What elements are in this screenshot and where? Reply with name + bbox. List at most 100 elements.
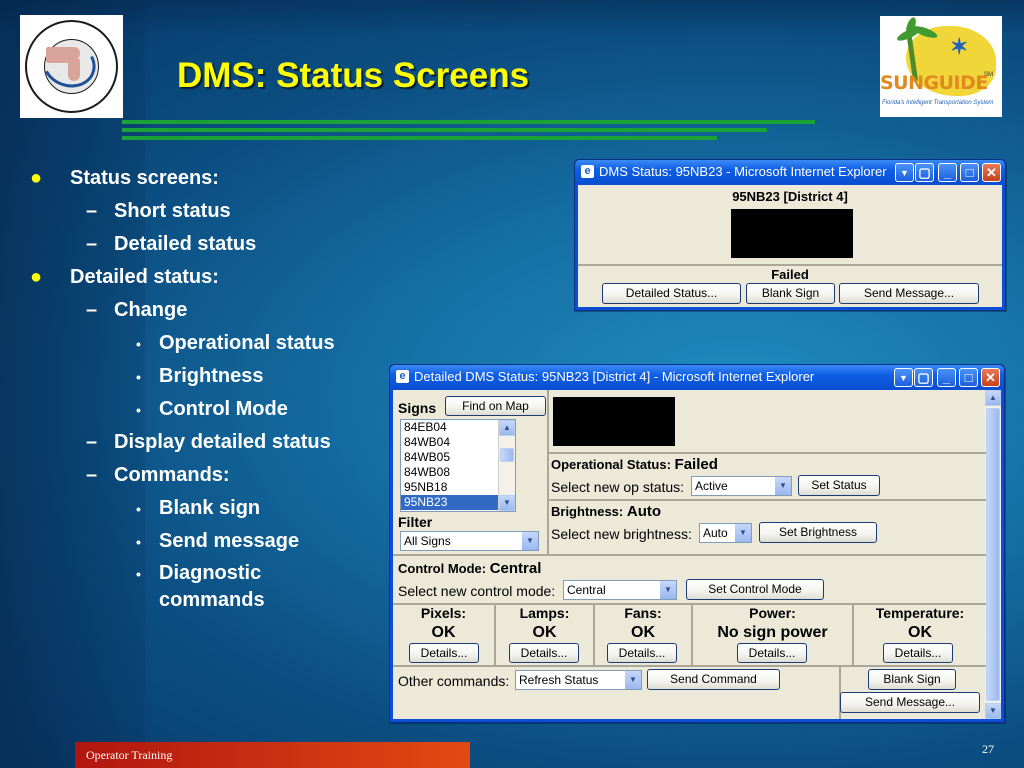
op-status-row: Operational Status: Failed	[551, 456, 718, 473]
control-mode-select[interactable]: Central ▼	[563, 580, 677, 600]
lamps-details-button[interactable]: Details...	[509, 643, 579, 663]
chevron-down-icon[interactable]: ▼	[775, 477, 791, 495]
scroll-thumb[interactable]	[986, 408, 1000, 701]
diagnostic-label: Temperature:	[875, 605, 965, 621]
diagnostic-value: OK	[532, 624, 557, 641]
filter-select[interactable]: All Signs ▼	[400, 531, 539, 551]
window-body: ▲ ▼ Signs Find on Map 84EB04 84WB04 84WB…	[393, 390, 1001, 719]
scroll-thumb[interactable]	[500, 448, 514, 462]
bullet-text: Commands:	[114, 464, 230, 486]
sunguide-tagline: Florida's Intelligent Transportation Sys…	[882, 100, 994, 106]
brightness-select[interactable]: Auto ▼	[699, 523, 752, 543]
restore-icon[interactable]: ▢	[915, 163, 934, 182]
scroll-down-icon[interactable]: ▼	[499, 495, 515, 511]
small-bullet-icon: •	[136, 534, 141, 550]
brightness-row: Brightness: Auto	[551, 503, 661, 520]
op-status-value: Failed	[674, 456, 718, 473]
fans-details-button[interactable]: Details...	[607, 643, 677, 663]
set-status-button[interactable]: Set Status	[798, 475, 880, 496]
listbox-scrollbar[interactable]: ▲ ▼	[498, 420, 515, 511]
bullet-text: Change	[114, 299, 188, 321]
window-body: 95NB23 [District 4] Failed Detailed Stat…	[578, 185, 1002, 307]
slide: ✶ SUNGUIDE SM Florida's Intelligent Tran…	[0, 0, 1024, 768]
diagnostic-value: OK	[431, 624, 456, 641]
restore-icon[interactable]: ▢	[914, 368, 933, 387]
florida-peninsula-shape	[68, 59, 80, 81]
chevron-down-icon[interactable]: ▼	[625, 671, 641, 689]
sign-status: Failed	[771, 267, 809, 282]
bullet-list: ● Status screens: – Short status – Detailed…	[30, 164, 335, 614]
blank-sign-button[interactable]: Blank Sign	[868, 669, 956, 690]
chevron-down-icon[interactable]: ▼	[660, 581, 676, 599]
bullet-item: • Brightness	[30, 362, 335, 395]
scroll-up-icon[interactable]: ▲	[985, 390, 1001, 406]
bullet-text: Operational status	[159, 332, 335, 354]
title-rule	[122, 128, 767, 132]
brightness-label: Brightness:	[551, 504, 624, 519]
window-title: DMS Status: 95NB23 - Microsoft Internet …	[599, 164, 887, 179]
op-status-select-value: Active	[695, 479, 728, 493]
bullet-dot-icon: ●	[30, 266, 43, 288]
window-title-bar[interactable]: e DMS Status: 95NB23 - Microsoft Interne…	[575, 160, 1005, 184]
send-message-button[interactable]: Send Message...	[840, 692, 980, 713]
minimize-button[interactable]: _	[937, 368, 956, 387]
small-bullet-icon: •	[136, 336, 141, 352]
diagnostic-value: OK	[908, 624, 932, 641]
bullet-text: Detailed status	[114, 233, 257, 255]
temperature-details-button[interactable]: Details...	[883, 643, 953, 663]
other-commands-select-value: Refresh Status	[519, 673, 599, 687]
blank-sign-button[interactable]: Blank Sign	[746, 283, 835, 304]
bullet-text: Control Mode	[159, 398, 288, 420]
diagnostic-label: Lamps:	[519, 605, 570, 621]
bullet-item: • Control Mode	[30, 395, 335, 428]
signs-listbox[interactable]: 84EB04 84WB04 84WB05 84WB08 95NB18 95NB2…	[400, 419, 516, 512]
brightness-select-label: Select new brightness:	[551, 526, 692, 542]
divider	[547, 499, 986, 501]
find-on-map-button[interactable]: Find on Map	[445, 396, 546, 416]
runner-icon: ✶	[950, 34, 969, 59]
dropdown-icon[interactable]: ▼	[895, 163, 914, 182]
chevron-down-icon[interactable]: ▼	[735, 524, 751, 542]
window-title-bar[interactable]: e Detailed DMS Status: 95NB23 [District …	[390, 365, 1004, 389]
close-button[interactable]: ✕	[981, 368, 1000, 387]
bullet-dot-icon: ●	[30, 167, 43, 189]
detailed-status-button[interactable]: Detailed Status...	[602, 283, 741, 304]
control-mode-label: Control Mode:	[398, 561, 487, 576]
maximize-button[interactable]: □	[959, 368, 978, 387]
power-details-button[interactable]: Details...	[737, 643, 807, 663]
footer-text: Operator Training	[86, 748, 173, 762]
maximize-button[interactable]: □	[960, 163, 979, 182]
bullet-item: – Commands:	[30, 461, 335, 494]
chevron-down-icon[interactable]: ▼	[522, 532, 538, 550]
bullet-text: Status screens:	[70, 167, 219, 189]
dash-icon: –	[86, 431, 98, 453]
send-message-button[interactable]: Send Message...	[839, 283, 979, 304]
page-scrollbar[interactable]: ▲ ▼	[985, 390, 1001, 719]
slide-title: DMS: Status Screens	[177, 56, 530, 95]
other-commands-select[interactable]: Refresh Status ▼	[515, 670, 642, 690]
other-commands-label: Other commands:	[398, 673, 510, 689]
send-command-button[interactable]: Send Command	[647, 669, 780, 690]
close-button[interactable]: ✕	[982, 163, 1001, 182]
dash-icon: –	[86, 200, 98, 222]
sign-message-display	[731, 209, 853, 258]
set-brightness-button[interactable]: Set Brightness	[759, 522, 877, 543]
small-bullet-icon: •	[136, 501, 141, 517]
bullet-item: – Display detailed status	[30, 428, 335, 461]
set-control-mode-button[interactable]: Set Control Mode	[686, 579, 824, 600]
filter-select-value: All Signs	[404, 534, 451, 548]
dropdown-icon[interactable]: ▼	[894, 368, 913, 387]
bullet-item: • Diagnostic commands	[30, 560, 299, 614]
diagnostic-value: No sign power	[717, 624, 828, 641]
diagnostic-value: OK	[631, 624, 655, 641]
bullet-text: Diagnostic commands	[159, 562, 265, 611]
minimize-button[interactable]: _	[938, 163, 957, 182]
scroll-down-icon[interactable]: ▼	[985, 703, 1001, 719]
small-bullet-icon: •	[136, 566, 141, 582]
op-status-select[interactable]: Active ▼	[691, 476, 792, 496]
small-bullet-icon: •	[136, 402, 141, 418]
op-select-label: Select new op status:	[551, 479, 685, 495]
scroll-up-icon[interactable]: ▲	[499, 420, 515, 436]
pixels-details-button[interactable]: Details...	[409, 643, 479, 663]
control-select-label: Select new control mode:	[398, 583, 556, 599]
